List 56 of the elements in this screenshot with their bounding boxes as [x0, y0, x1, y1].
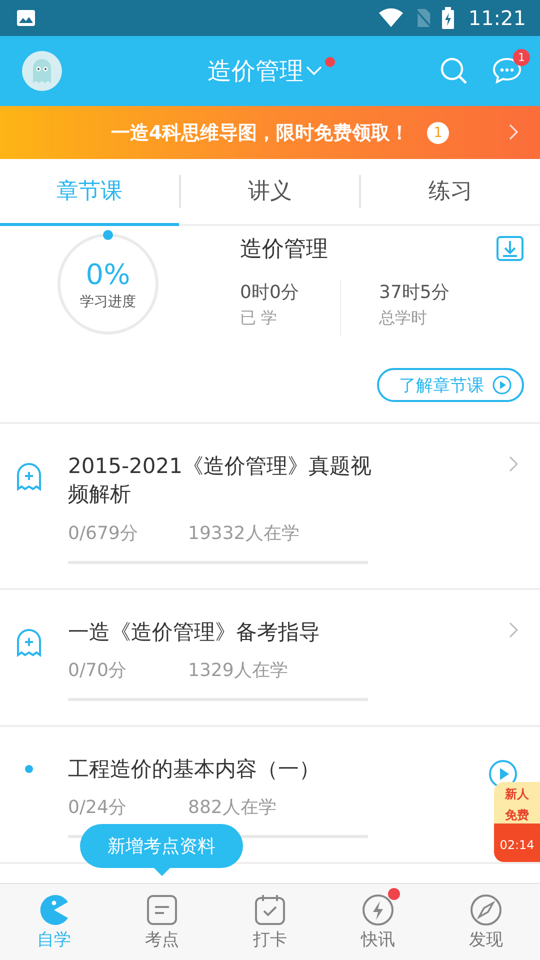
- chevron-right-icon: [508, 456, 518, 472]
- calendar-check-icon: [254, 894, 286, 926]
- stat-value: 0时0分: [240, 281, 300, 304]
- nav-tab[interactable]: 自学: [0, 884, 108, 960]
- course-row[interactable]: 一造《造价管理》备考指导 0/70分 1329人在学: [0, 590, 540, 728]
- course-title: 造价管理: [240, 236, 328, 264]
- course-name: 一造《造价管理》备考指导: [68, 618, 321, 646]
- message-count-badge: 1: [513, 49, 530, 66]
- tooltip[interactable]: 新增考点资料: [80, 824, 243, 868]
- note-icon: [146, 894, 178, 926]
- banner-text: 一造4科思维导图，限时免费领取！: [110, 120, 410, 146]
- nav-tab[interactable]: 考点: [108, 884, 216, 960]
- course-row[interactable]: 2015-2021《造价管理》真题视频解析 0/679分 19332人在学: [0, 424, 540, 590]
- ghost-plus-icon: [16, 628, 42, 658]
- countdown-timer: 02:14: [500, 838, 534, 852]
- chevron-right-icon: [508, 622, 518, 638]
- learner-count: 1329人在学: [188, 659, 288, 682]
- course-name: 工程造价的基本内容（一）: [68, 756, 321, 784]
- progress-label: 学习进度: [80, 292, 136, 310]
- download-icon[interactable]: [496, 235, 524, 263]
- search-icon[interactable]: [440, 57, 468, 85]
- play-icon: [492, 375, 512, 395]
- promo-badge[interactable]: 新人 免费 02:14: [494, 782, 540, 862]
- nav-tab[interactable]: 发现: [432, 884, 540, 960]
- avatar-icon[interactable]: [22, 51, 62, 91]
- learner-count: 882人在学: [188, 796, 276, 820]
- ghost-plus-icon: [16, 462, 42, 492]
- bullet-dot: [25, 765, 33, 774]
- intro-button[interactable]: 了解章节课: [377, 368, 524, 402]
- lightning-icon: [362, 894, 394, 926]
- learner-count: 19332人在学: [188, 522, 300, 545]
- course-name: 2015-2021《造价管理》真题视频解析: [68, 453, 372, 508]
- promo-text: 新人: [505, 786, 529, 803]
- stat-value: 37时5分: [379, 281, 450, 304]
- progress-percent: 0%: [86, 258, 130, 290]
- score-text: 0/24分: [68, 796, 128, 820]
- stat-label: 已 学: [240, 308, 278, 329]
- chevron-down-icon: [306, 66, 322, 76]
- image-icon: [16, 8, 36, 28]
- banner-count-badge: 1: [427, 122, 450, 144]
- clock-time: 11:21: [468, 6, 526, 30]
- score-text: 0/70分: [68, 659, 128, 682]
- chevron-right-icon: [508, 124, 518, 140]
- wifi-icon: [378, 8, 404, 28]
- score-text: 0/679分: [68, 522, 139, 545]
- battery-icon: [442, 7, 454, 29]
- pacman-icon: [38, 894, 70, 926]
- subject-selector[interactable]: 造价管理: [208, 55, 322, 87]
- compass-icon: [470, 894, 502, 926]
- tab[interactable]: 讲义: [180, 159, 360, 226]
- stat-label: 总学时: [379, 308, 428, 329]
- nav-tab[interactable]: 快讯: [324, 884, 432, 960]
- promo-banner[interactable]: 一造4科思维导图，限时免费领取！ 1: [0, 106, 540, 159]
- promo-text: 免费: [505, 807, 529, 824]
- nav-tab[interactable]: 打卡: [216, 884, 324, 960]
- tab[interactable]: 练习: [361, 159, 540, 226]
